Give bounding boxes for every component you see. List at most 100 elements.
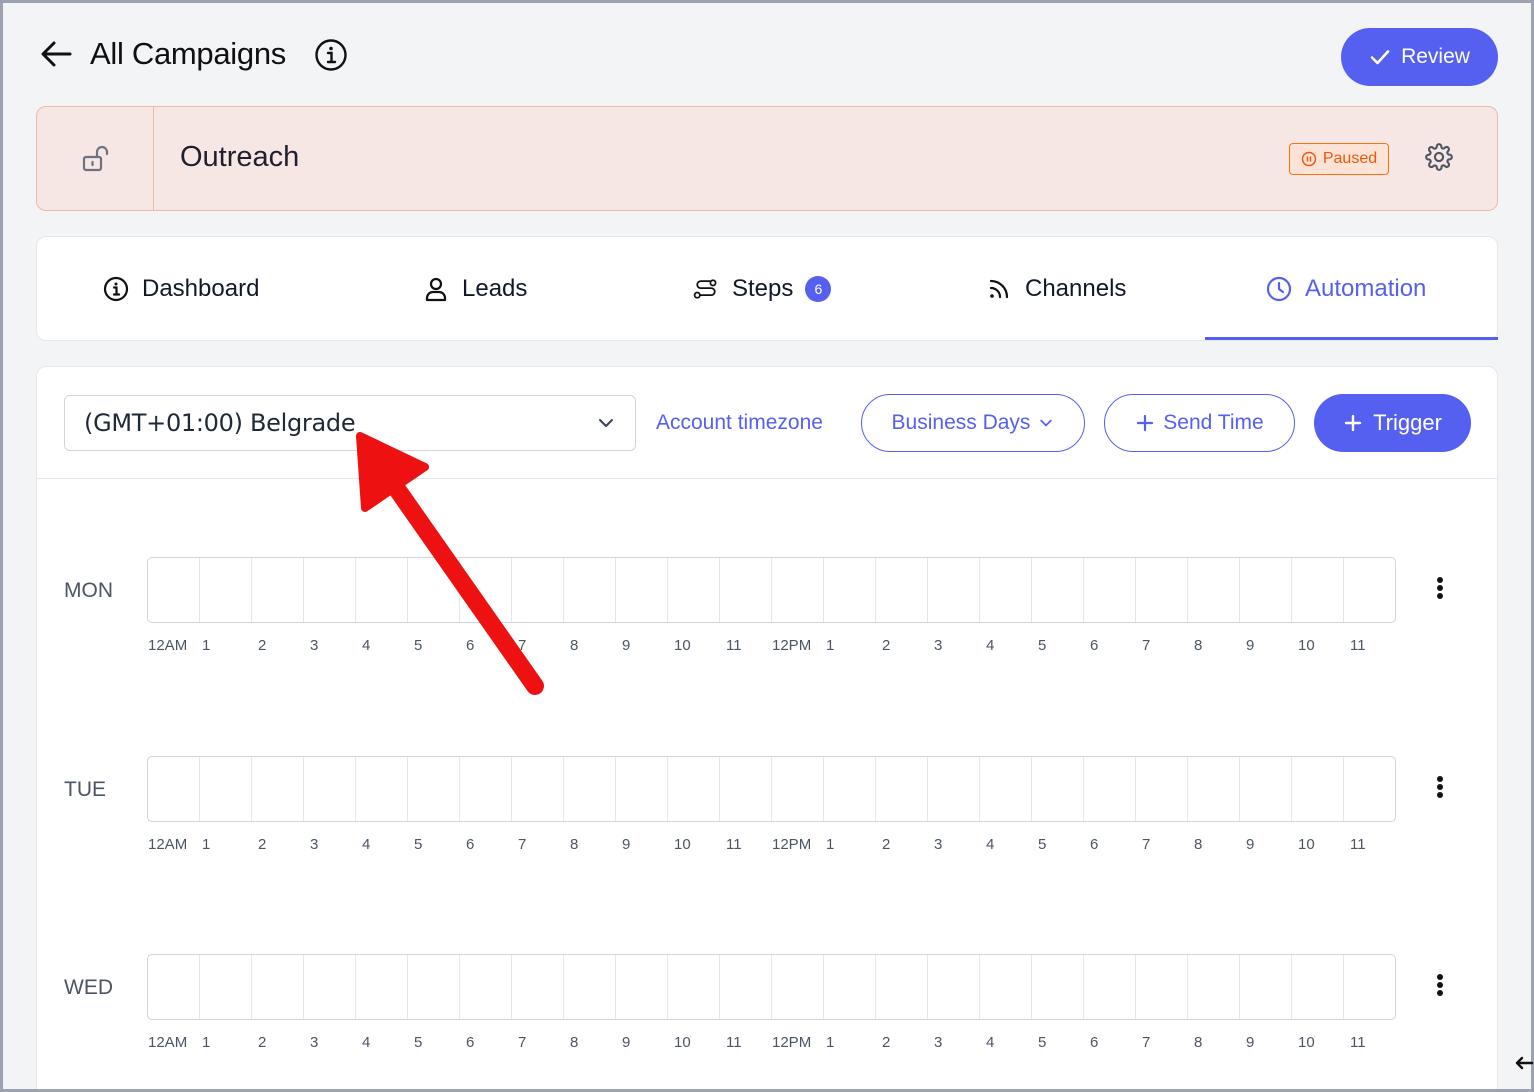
hour-slot[interactable]: [1136, 757, 1188, 821]
hour-slot[interactable]: [1188, 558, 1240, 622]
hour-slot[interactable]: [564, 955, 616, 1019]
hour-slot[interactable]: [148, 558, 200, 622]
hour-slot[interactable]: [928, 955, 980, 1019]
hour-slot[interactable]: [1240, 757, 1292, 821]
hour-slot[interactable]: [252, 955, 304, 1019]
hour-slot[interactable]: [720, 558, 772, 622]
hour-slot[interactable]: [1188, 955, 1240, 1019]
tab-dashboard[interactable]: Dashboard: [102, 237, 259, 340]
hour-slot[interactable]: [1084, 757, 1136, 821]
hour-slot[interactable]: [928, 558, 980, 622]
hour-slot[interactable]: [824, 757, 876, 821]
hour-slot[interactable]: [772, 757, 824, 821]
hour-label: 12PM: [772, 836, 812, 853]
hour-slot[interactable]: [564, 558, 616, 622]
hour-slot[interactable]: [1032, 955, 1084, 1019]
hour-slot[interactable]: [1240, 955, 1292, 1019]
hour-slot[interactable]: [200, 955, 252, 1019]
hour-slot[interactable]: [1136, 955, 1188, 1019]
hour-slot[interactable]: [408, 558, 460, 622]
hour-slot[interactable]: [668, 955, 720, 1019]
hour-slot[interactable]: [980, 558, 1032, 622]
timezone-select[interactable]: (GMT+01:00) Belgrade: [64, 395, 636, 451]
hour-slot[interactable]: [616, 955, 668, 1019]
hour-slot[interactable]: [200, 558, 252, 622]
hour-slot[interactable]: [408, 955, 460, 1019]
hour-slot[interactable]: [980, 757, 1032, 821]
hour-slot[interactable]: [512, 757, 564, 821]
tab-automation[interactable]: Automation: [1265, 237, 1426, 340]
tab-steps[interactable]: Steps 6: [692, 237, 832, 340]
send-time-label: Send Time: [1163, 411, 1264, 434]
send-time-button[interactable]: Send Time: [1104, 394, 1295, 452]
hour-slot[interactable]: [824, 955, 876, 1019]
hour-slot[interactable]: [1344, 757, 1395, 821]
hour-slot[interactable]: [1032, 757, 1084, 821]
hour-slot[interactable]: [460, 558, 512, 622]
hour-slot[interactable]: [1292, 757, 1344, 821]
hour-slot[interactable]: [408, 757, 460, 821]
back-arrow-icon[interactable]: [40, 40, 72, 68]
hour-slot[interactable]: [304, 558, 356, 622]
hour-slot[interactable]: [1032, 558, 1084, 622]
hour-slot[interactable]: [980, 955, 1032, 1019]
hour-slot[interactable]: [200, 757, 252, 821]
hour-slot[interactable]: [668, 558, 720, 622]
hour-slot[interactable]: [616, 558, 668, 622]
hour-label: 2: [258, 1034, 267, 1051]
hour-slot[interactable]: [616, 757, 668, 821]
hour-slot[interactable]: [148, 955, 200, 1019]
info-icon[interactable]: [314, 38, 348, 72]
tab-leads[interactable]: Leads: [422, 237, 527, 340]
tab-label: Leads: [462, 274, 528, 302]
hour-label: 11: [1350, 836, 1366, 853]
hour-slot[interactable]: [1084, 955, 1136, 1019]
hour-slot[interactable]: [928, 757, 980, 821]
hour-slot[interactable]: [824, 558, 876, 622]
hour-slot[interactable]: [512, 558, 564, 622]
hour-slot[interactable]: [1344, 558, 1395, 622]
account-timezone-link[interactable]: Account timezone: [656, 411, 823, 435]
more-options-icon[interactable]: [1429, 774, 1451, 804]
day-timeline[interactable]: [147, 756, 1396, 822]
hour-slot[interactable]: [1344, 955, 1395, 1019]
hour-slot[interactable]: [460, 955, 512, 1019]
hour-slot[interactable]: [876, 955, 928, 1019]
hour-slot[interactable]: [512, 955, 564, 1019]
tab-channels[interactable]: Channels: [985, 237, 1126, 340]
hour-slot[interactable]: [1084, 558, 1136, 622]
hour-slot[interactable]: [720, 757, 772, 821]
add-trigger-button[interactable]: Trigger: [1314, 394, 1471, 452]
hour-slot[interactable]: [304, 955, 356, 1019]
day-timeline[interactable]: [147, 557, 1396, 623]
day-timeline[interactable]: [147, 954, 1396, 1020]
more-options-icon[interactable]: [1429, 575, 1451, 605]
chevron-down-icon: [599, 419, 613, 427]
review-button[interactable]: Review: [1341, 28, 1498, 86]
more-options-icon[interactable]: [1429, 972, 1451, 1002]
hour-slot[interactable]: [1240, 558, 1292, 622]
hour-slot[interactable]: [876, 757, 928, 821]
hour-slot[interactable]: [720, 955, 772, 1019]
hour-slot[interactable]: [1292, 955, 1344, 1019]
hour-slot[interactable]: [460, 757, 512, 821]
hour-slot[interactable]: [772, 955, 824, 1019]
hour-slot[interactable]: [564, 757, 616, 821]
hour-slot[interactable]: [668, 757, 720, 821]
hour-slot[interactable]: [876, 558, 928, 622]
business-days-dropdown[interactable]: Business Days: [861, 394, 1085, 452]
hour-slot[interactable]: [1136, 558, 1188, 622]
gear-icon[interactable]: [1425, 143, 1453, 171]
hour-slot[interactable]: [356, 757, 408, 821]
hour-slot[interactable]: [252, 757, 304, 821]
hour-slot[interactable]: [356, 955, 408, 1019]
hour-slot[interactable]: [1188, 757, 1240, 821]
pause-circle-icon: [1301, 151, 1317, 167]
hour-slot[interactable]: [1292, 558, 1344, 622]
lock-toggle[interactable]: [37, 107, 154, 210]
hour-slot[interactable]: [356, 558, 408, 622]
hour-slot[interactable]: [304, 757, 356, 821]
hour-slot[interactable]: [252, 558, 304, 622]
hour-slot[interactable]: [772, 558, 824, 622]
hour-slot[interactable]: [148, 757, 200, 821]
